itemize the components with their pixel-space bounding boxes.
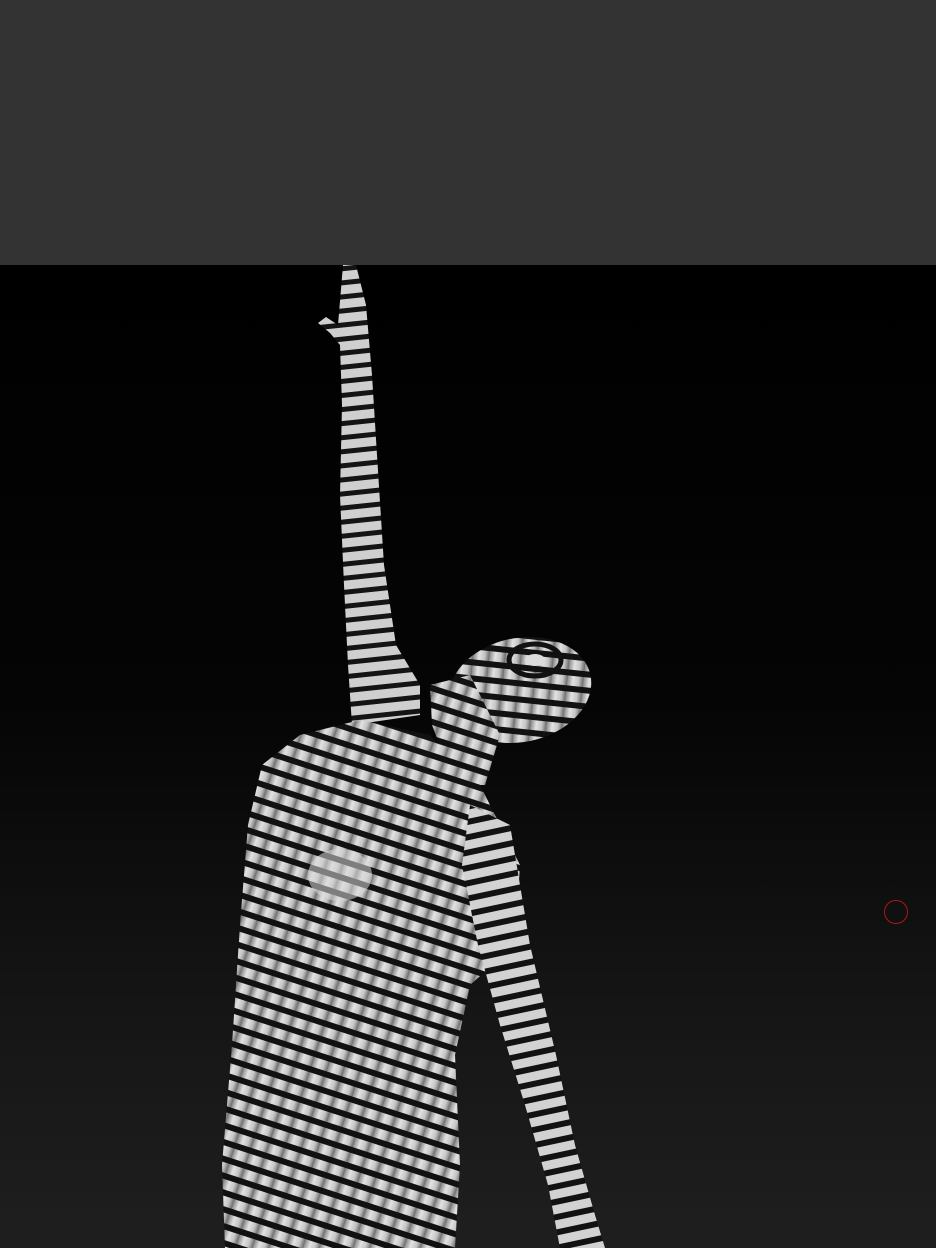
lower-arm xyxy=(462,805,605,1248)
torso xyxy=(222,720,520,1248)
3d-viewport[interactable] xyxy=(0,265,936,1248)
top-panel xyxy=(0,0,936,265)
brush-cursor-icon xyxy=(884,900,908,924)
sculpt-model[interactable] xyxy=(0,265,936,1248)
sculpt-app-window xyxy=(0,0,936,1248)
raised-arm xyxy=(318,265,420,725)
